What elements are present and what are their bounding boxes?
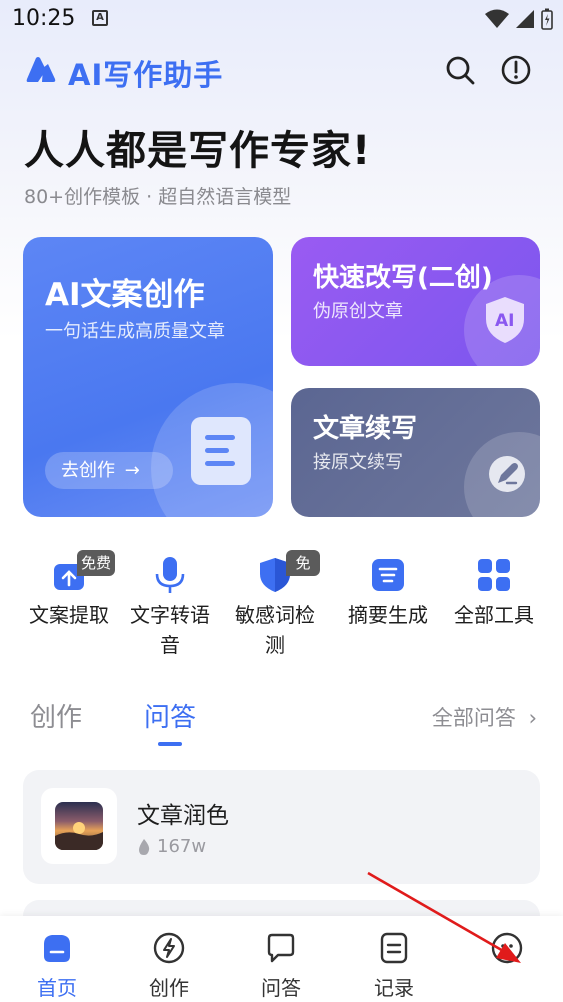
item-count: 167w (157, 836, 207, 857)
tool-text-to-speech[interactable]: 文字转语音 (126, 550, 214, 660)
nav-label: 问答 (261, 976, 301, 1000)
nav-create[interactable]: 创作 (124, 928, 214, 1001)
nav-home[interactable]: 首页 (12, 928, 102, 1001)
tool-summary[interactable]: 摘要生成 (338, 550, 438, 630)
app-title: AI写作助手 (68, 58, 224, 92)
nav-label: 首页 (37, 976, 77, 1000)
pen-icon (489, 456, 525, 492)
status-time: 10:25 (12, 6, 76, 31)
sunset-image (55, 822, 103, 850)
arrow-right-icon: → (124, 460, 140, 481)
chat-icon (267, 933, 295, 963)
card-title: 快速改写(二创) (313, 263, 493, 293)
article-continue-card[interactable]: 文章续写 接原文续写 (291, 388, 540, 517)
home-icon (44, 935, 70, 962)
go-create-button[interactable]: 去创作 → (45, 452, 173, 489)
hero-title: 人人都是写作专家! (24, 128, 372, 174)
thumbnail-image (55, 802, 103, 850)
ai-shield-label: AI (495, 311, 515, 331)
battery-icon (541, 8, 553, 30)
status-bar: 10:25 A (0, 0, 563, 40)
ai-copywriting-card[interactable]: AI文案创作 一句话生成高质量文章 去创作 → (23, 237, 273, 517)
document-icon (191, 417, 251, 485)
go-create-label: 去创作 (61, 460, 115, 481)
tool-label: 摘要生成 (348, 603, 428, 627)
all-qa-link[interactable]: 全部问答 › (432, 702, 537, 732)
list-icon (372, 559, 404, 591)
info-icon[interactable] (500, 54, 532, 86)
tool-label: 文案提取 (29, 603, 109, 627)
tab-create[interactable]: 创作 (30, 697, 82, 734)
tools-row: 免费 文案提取 文字转语音 免费 敏感词检测 摘要生成 全部工具 (0, 550, 563, 670)
nav-records[interactable]: 记录 (349, 928, 439, 1001)
thumbnail-frame (41, 788, 117, 864)
bottom-nav: 首页 创作 问答 记录 (0, 916, 563, 1002)
tool-text-extract[interactable]: 免费 文案提取 (19, 550, 119, 630)
tool-label: 全部工具 (454, 603, 534, 627)
nav-label: 记录 (374, 976, 414, 1000)
microphone-icon (155, 557, 185, 593)
card-desc: 接原文续写 (313, 452, 403, 473)
list-item[interactable]: 文章润色 167w (23, 770, 540, 884)
profile-icon (491, 932, 523, 964)
tab-indicator (158, 742, 182, 746)
card-title: 文章续写 (313, 414, 418, 444)
status-icons (485, 8, 553, 30)
notification-icon: A (92, 10, 108, 26)
grid-icon (478, 559, 510, 591)
chevron-right-icon: › (528, 706, 537, 730)
card-desc: 伪原创文章 (313, 301, 403, 322)
lightning-icon (153, 932, 185, 964)
quick-rewrite-card[interactable]: 快速改写(二创) 伪原创文章 AI (291, 237, 540, 366)
signal-icon (516, 10, 534, 28)
app-header: AI写作助手 (0, 48, 563, 94)
wifi-icon (485, 9, 509, 28)
tool-label: 敏感词检测 (235, 603, 315, 657)
nav-qa[interactable]: 问答 (236, 928, 326, 1001)
hero-subtitle: 80+创作模板 · 超自然语言模型 (24, 186, 292, 208)
all-qa-label: 全部问答 (431, 706, 516, 730)
tool-all-tools[interactable]: 全部工具 (444, 550, 544, 630)
nav-profile[interactable] (462, 928, 552, 972)
tool-sensitive-word-check[interactable]: 免费 敏感词检测 (230, 550, 320, 660)
nav-label: 创作 (149, 976, 189, 1000)
card-desc: 一句话生成高质量文章 (45, 321, 225, 342)
item-title: 文章润色 (137, 803, 229, 829)
tool-label: 文字转语音 (130, 603, 210, 657)
free-badge: 免费 (77, 550, 116, 576)
record-icon (380, 932, 408, 964)
card-title: AI文案创作 (45, 277, 205, 313)
free-badge: 免费 (286, 550, 320, 598)
tab-qa[interactable]: 问答 (144, 697, 196, 734)
search-icon[interactable] (444, 54, 476, 86)
flame-icon (139, 839, 150, 855)
logo-icon (26, 57, 56, 82)
